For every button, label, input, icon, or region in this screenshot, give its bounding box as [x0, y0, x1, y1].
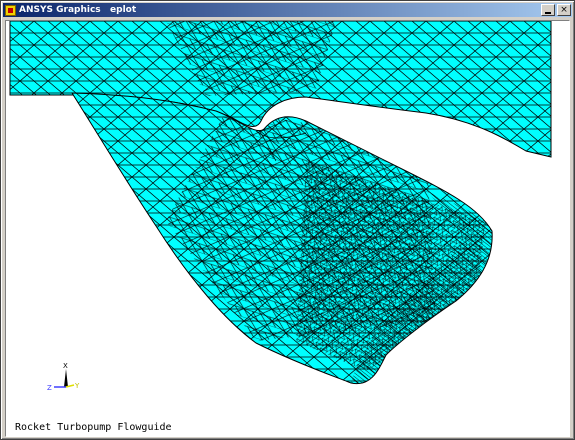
lower-flowguide-duct-surface — [71, 92, 493, 385]
element-mesh-plot — [9, 21, 552, 385]
y-axis-label: Y — [74, 382, 80, 390]
close-icon: × — [560, 4, 568, 15]
graphics-viewport[interactable]: X Z Y Rocket Turbopump Flowguide — [5, 20, 570, 437]
x-axis-label: X — [63, 362, 68, 370]
global-axis-triad: X Z Y — [47, 362, 80, 391]
minimize-button[interactable] — [541, 4, 555, 16]
window-title: ANSYS Graphics eplot — [19, 5, 137, 15]
x-axis-arrow — [64, 369, 68, 387]
title-bar[interactable]: ANSYS Graphics eplot × — [3, 3, 572, 17]
plot-caption: Rocket Turbopump Flowguide — [15, 422, 172, 433]
ansys-graphics-window: ANSYS Graphics eplot × X Z Y Rocket Turb… — [0, 0, 575, 440]
close-button[interactable]: × — [557, 4, 571, 16]
z-axis-label: Z — [47, 384, 52, 391]
ansys-app-icon[interactable] — [5, 4, 16, 16]
minimize-icon — [545, 11, 551, 14]
